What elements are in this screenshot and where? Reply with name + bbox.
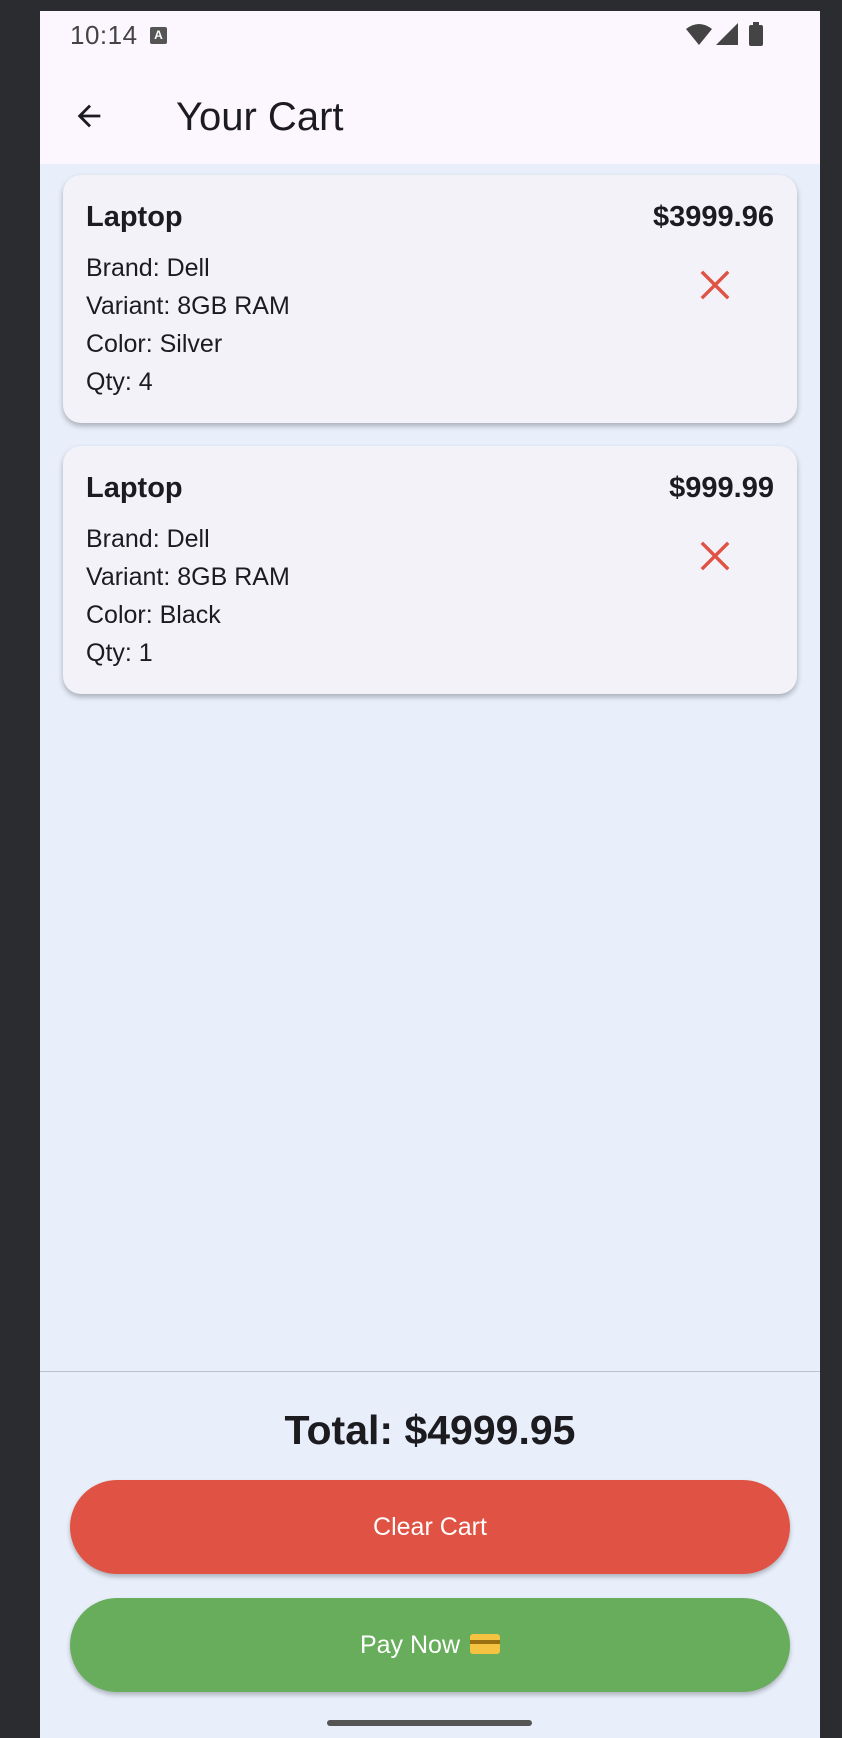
- status-icons: [686, 22, 763, 46]
- arrow-back-icon: [77, 104, 101, 128]
- signal-icon: [716, 23, 738, 45]
- item-price: $3999.96: [653, 201, 774, 233]
- cart-item-card: Laptop $3999.96 Brand: Dell Variant: 8GB…: [63, 175, 797, 423]
- notification-a-icon: A: [150, 27, 167, 44]
- battery-icon: [749, 25, 763, 46]
- pay-now-button[interactable]: Pay Now: [70, 1598, 790, 1692]
- remove-item-button[interactable]: [693, 534, 737, 578]
- phone-screen: 10:14 A Your Cart Laptop $3999.96 Brand:…: [40, 11, 820, 1738]
- footer-divider: [40, 1371, 820, 1372]
- cart-total: Total: $4999.95: [284, 1407, 576, 1453]
- item-color: Color: Black: [86, 601, 221, 629]
- item-name: Laptop: [86, 472, 183, 504]
- item-brand: Brand: Dell: [86, 525, 210, 553]
- home-indicator[interactable]: [327, 1720, 532, 1726]
- app-bar: 10:14 A Your Cart: [40, 11, 820, 164]
- back-button[interactable]: [66, 93, 112, 139]
- clear-cart-label: Clear Cart: [373, 1513, 487, 1541]
- credit-card-icon: [470, 1634, 501, 1655]
- item-qty: Qty: 1: [86, 639, 153, 667]
- item-qty: Qty: 4: [86, 368, 153, 396]
- device-bezel: [0, 0, 842, 11]
- close-icon: [700, 270, 730, 300]
- pay-now-label: Pay Now: [359, 1631, 461, 1659]
- status-time: 10:14: [70, 20, 138, 50]
- item-name: Laptop: [86, 201, 183, 233]
- item-color: Color: Silver: [86, 330, 223, 358]
- item-variant: Variant: 8GB RAM: [86, 563, 290, 591]
- page-title: Your Cart: [176, 95, 344, 139]
- wifi-icon: [686, 24, 712, 45]
- item-brand: Brand: Dell: [86, 254, 210, 282]
- item-price: $999.99: [669, 472, 774, 504]
- remove-item-button[interactable]: [693, 263, 737, 307]
- close-icon: [700, 541, 730, 571]
- item-variant: Variant: 8GB RAM: [86, 292, 290, 320]
- cart-item-card: Laptop $999.99 Brand: Dell Variant: 8GB …: [63, 446, 797, 694]
- clear-cart-button[interactable]: Clear Cart: [70, 1480, 790, 1574]
